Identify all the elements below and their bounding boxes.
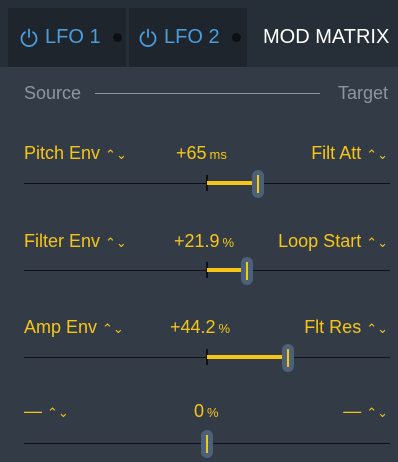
tab-lfo2[interactable]: LFO 2 [129,8,247,67]
target-label: Loop Start [278,231,362,251]
amount-fill [207,355,288,359]
slider-handle[interactable] [282,344,294,372]
amount-fill [207,181,258,185]
value-unit: % [218,321,231,336]
status-dot [231,33,241,42]
value-number: 0 [194,401,205,421]
status-dot [112,33,122,42]
source-label: Pitch Env [24,143,101,163]
up-down-chevron-icon: ⌃⌄ [366,321,388,336]
target-select-2[interactable]: Loop Start ⌃⌄ [278,229,388,255]
source-select-4[interactable]: — ⌃⌄ [24,399,69,425]
value-unit: % [207,405,219,420]
tab-bar: LFO 1 LFO 2 MOD MATRIX [0,0,398,67]
tab-mod-matrix[interactable]: MOD MATRIX [250,8,398,67]
target-label: Flt Res [304,317,362,337]
up-down-chevron-icon: ⌃⌄ [47,405,69,420]
source-label: Amp Env [24,317,98,337]
value-number: +44.2 [170,317,216,337]
target-select-4[interactable]: — ⌃⌄ [343,399,388,425]
power-icon[interactable] [19,28,39,48]
value-number: +21.9 [174,231,220,251]
source-label: Filter Env [24,231,101,251]
source-header: Source [24,83,82,103]
power-icon[interactable] [138,28,158,48]
slider-handle[interactable] [241,257,253,285]
up-down-chevron-icon: ⌃⌄ [102,321,124,336]
tab-mod-matrix-label: MOD MATRIX [263,26,390,48]
amount-value-2: +21.9% [174,229,234,255]
up-down-chevron-icon: ⌃⌄ [366,147,388,162]
tab-lfo2-label: LFO 2 [164,26,220,48]
slider-handle[interactable] [252,170,264,198]
up-down-chevron-icon: ⌃⌄ [105,147,127,162]
source-label: — [24,401,42,421]
target-select-1[interactable]: Filt Att ⌃⌄ [311,141,388,167]
value-unit: % [222,235,235,250]
source-select-2[interactable]: Filter Env ⌃⌄ [24,229,127,255]
tab-lfo1-label: LFO 1 [45,26,101,48]
up-down-chevron-icon: ⌃⌄ [366,405,388,420]
slider-handle[interactable] [201,430,213,458]
amount-value-1: +65 ms [176,141,227,167]
up-down-chevron-icon: ⌃⌄ [366,235,388,250]
target-label: — [343,401,362,421]
target-header: Target [337,83,388,103]
value-unit: ms [209,147,227,162]
source-select-3[interactable]: Amp Env ⌃⌄ [24,315,124,341]
target-select-3[interactable]: Flt Res ⌃⌄ [304,315,388,341]
amount-value-3: +44.2% [170,315,230,341]
target-label: Filt Att [311,143,362,163]
tab-lfo1[interactable]: LFO 1 [8,8,126,67]
source-select-1[interactable]: Pitch Env ⌃⌄ [24,141,127,167]
up-down-chevron-icon: ⌃⌄ [105,235,127,250]
amount-value-4: 0% [194,399,219,425]
header-divider [95,93,320,94]
value-number: +65 [176,143,207,163]
